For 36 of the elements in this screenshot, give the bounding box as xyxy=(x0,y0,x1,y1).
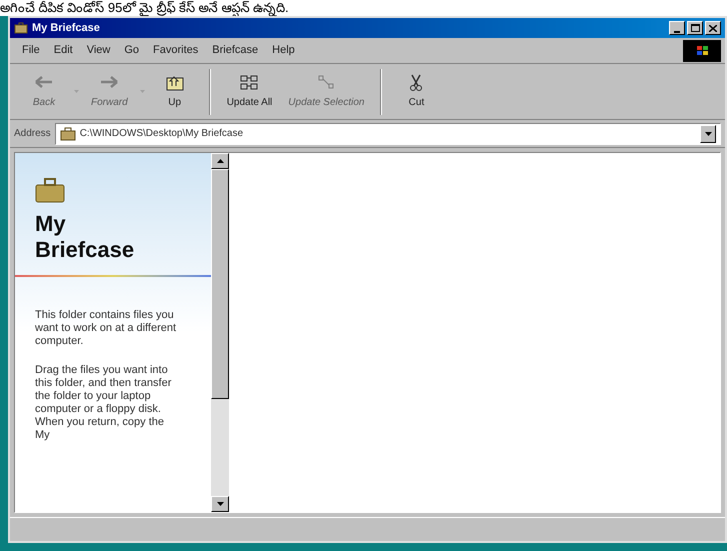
maximize-icon xyxy=(690,24,700,32)
maximize-button[interactable] xyxy=(687,21,703,35)
close-button[interactable] xyxy=(705,21,721,35)
panel-title: My Briefcase xyxy=(35,211,136,263)
menu-item[interactable]: Briefcase xyxy=(212,42,258,59)
close-icon xyxy=(709,24,717,32)
minimize-icon xyxy=(674,30,680,34)
down-arrow-icon xyxy=(216,502,224,506)
description-text: This folder contains files you want to work on at a different computer. xyxy=(35,309,178,348)
windows-logo-icon xyxy=(683,40,721,62)
menu-item[interactable]: Favorites xyxy=(153,42,198,59)
toolbar-button[interactable]: Up xyxy=(148,66,201,116)
toolbar-button[interactable]: Update All xyxy=(218,66,280,116)
update-selection-icon xyxy=(316,74,336,90)
menu-item[interactable]: View xyxy=(86,42,110,59)
description-text: Drag the files you want into this folder, and then transfer the folder to your laptop computer or a floppy disk. When you return, copy the My xyxy=(35,364,172,442)
address-field[interactable]: C:\WINDOWS\Desktop\My Briefcase xyxy=(54,122,721,144)
briefcase-icon xyxy=(35,177,65,203)
menu-item[interactable]: Help xyxy=(272,42,295,59)
up-folder-icon xyxy=(164,74,185,90)
address-label: Address xyxy=(14,127,51,141)
up-arrow-icon xyxy=(216,159,224,163)
toolbar-button[interactable]: Cut xyxy=(390,66,442,116)
briefcase-icon xyxy=(60,126,76,140)
minimize-button[interactable] xyxy=(669,21,685,35)
scrollbar[interactable] xyxy=(211,153,229,512)
window-title: My Briefcase xyxy=(32,20,100,36)
back-arrow-icon xyxy=(34,74,54,90)
briefcase-icon xyxy=(14,22,28,34)
update-all-icon xyxy=(239,74,260,90)
dropdown-button[interactable] xyxy=(700,124,716,142)
menu-item[interactable]: Go xyxy=(124,42,140,59)
menu-item[interactable]: Edit xyxy=(54,42,73,59)
menu-item[interactable]: File xyxy=(22,42,40,59)
caret-icon xyxy=(704,132,712,136)
forward-arrow-icon xyxy=(99,74,120,90)
